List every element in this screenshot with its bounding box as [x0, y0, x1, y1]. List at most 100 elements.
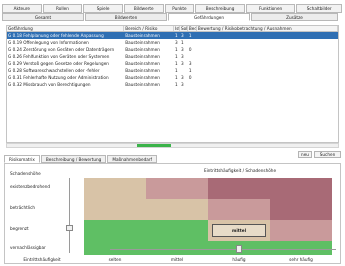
matrix-cell[interactable]	[84, 241, 146, 255]
tab-spiele[interactable]: Spiele	[83, 4, 123, 13]
tab-beschreibung-bewertung[interactable]: Beschreibung / Bewertung	[40, 155, 107, 163]
table-row[interactable]: G 0.31 Fehlerhafte Nutzung oder Administ…	[7, 74, 338, 81]
x-slider-track[interactable]	[110, 249, 336, 250]
cell-bedarf	[188, 81, 197, 88]
matrix-cell[interactable]	[84, 220, 146, 241]
main-tabs: Akteure Rollen Spiele Bildwerte Punkte B…	[2, 4, 343, 13]
matrix-cell[interactable]	[146, 220, 208, 241]
tab-massnahmenbedarf[interactable]: Maßnahmenbedarf	[107, 155, 157, 163]
y-label-existenzbedrohend: existenzbedrohend	[10, 184, 51, 189]
tab-schaltbilder[interactable]: Schaltbilder	[296, 4, 342, 13]
cell-soll: 3	[180, 54, 184, 59]
cell-bewertung	[197, 53, 338, 60]
cell-gefaehrdung: G 0.26 Fehlfunktion von Geräten oder Sys…	[8, 54, 110, 59]
tab-zusaetze[interactable]: Zusätze	[251, 13, 338, 21]
y-label-betraechtlich: beträchtlich	[10, 205, 36, 210]
x-label-mittel: mittel	[170, 257, 184, 262]
tab-funktionen[interactable]: Funktionen	[245, 4, 296, 13]
table-horizontal-scrollbar[interactable]	[6, 143, 339, 148]
header-bewertung[interactable]: Bewertung / Risikobetrachtung / Ausnahme…	[197, 26, 338, 31]
header-gefaehrdung[interactable]: Gefährdung	[7, 26, 125, 31]
cell-soll	[180, 67, 188, 74]
matrix-cell[interactable]	[208, 199, 270, 220]
header-bereich[interactable]: Bereich / Risiko	[124, 26, 174, 31]
cell-gefaehrdung: G 0.32 Missbrauch von Berechtigungen	[8, 82, 91, 87]
scrollbar-thumb[interactable]	[137, 144, 171, 147]
cell-bedarf: 1	[188, 33, 192, 38]
y-label-begrenzt: begrenzt	[10, 226, 29, 231]
cell-soll: 3	[180, 61, 184, 66]
selected-risk-marker[interactable]: mittel	[212, 224, 266, 237]
matrix-cell[interactable]	[270, 241, 332, 255]
matrix-cell[interactable]	[84, 199, 146, 220]
y-slider-track[interactable]	[69, 178, 70, 253]
cell-gefaehrdung: G 0.19 Offenlegung von Informationen	[8, 40, 89, 45]
cell-bereich: Bausteinrahmen	[125, 47, 160, 52]
x-slider-handle[interactable]	[236, 245, 242, 253]
tab-akteure[interactable]: Akteure	[2, 4, 42, 13]
cell-soll: 3	[180, 75, 184, 80]
cell-gefaehrdung: G 0.24 Zerstörung von Geräten oder Daten…	[8, 47, 115, 52]
cell-bereich: Bausteinrahmen	[125, 33, 160, 38]
cell-bedarf: 1	[188, 68, 192, 73]
tab-gesamt[interactable]: Gesamt	[2, 13, 84, 21]
cell-bereich: Bausteinrahmen	[125, 40, 160, 45]
tab-punkte[interactable]: Punkte	[164, 4, 195, 13]
sub-tabs: Gesamt Bildwerten Gefährdungen Zusätze	[2, 13, 343, 21]
table-row[interactable]: G 0.32 Missbrauch von Berechtigungen Bau…	[7, 81, 338, 88]
hazard-table: Gefährdung Bereich / Risiko Ist Soll Bed…	[6, 25, 339, 143]
tab-risikomatrix[interactable]: Risikomatrix	[4, 155, 40, 163]
detail-tabs: Risikomatrix Beschreibung / Bewertung Ma…	[4, 155, 158, 163]
cell-soll: 3	[180, 33, 184, 38]
cell-bewertung	[197, 74, 338, 81]
tab-bildwerte[interactable]: Bildwerte	[123, 4, 164, 13]
matrix-cell[interactable]	[146, 241, 208, 255]
cell-bewertung	[197, 81, 338, 88]
table-row[interactable]: G 0.24 Zerstörung von Geräten oder Daten…	[7, 46, 338, 53]
matrix-cell[interactable]	[270, 199, 332, 220]
matrix-cell[interactable]	[146, 178, 208, 199]
cell-bedarf	[188, 39, 197, 46]
matrix-cell[interactable]	[208, 178, 270, 199]
cell-soll: 3	[180, 82, 184, 87]
header-soll[interactable]: Soll	[180, 26, 188, 31]
matrix-cell[interactable]	[146, 199, 208, 220]
table-row[interactable]: G 0.18 Fehlplanung oder fehlende Anpassu…	[7, 32, 338, 39]
cell-bedarf: 3	[188, 61, 192, 66]
cell-bedarf: 0	[188, 75, 192, 80]
y-slider-handle[interactable]	[66, 225, 73, 231]
y-axis-title: Schadenshöhe	[10, 171, 41, 176]
cell-gefaehrdung: G 0.18 Fehlplanung oder fehlende Anpassu…	[8, 33, 104, 38]
cell-gefaehrdung: G 0.28 Softwareschwachstellen oder -fehl…	[8, 68, 100, 73]
tab-gefaehrdungen[interactable]: Gefährdungen	[168, 13, 250, 21]
x-axis-title: Eintrittshäufigkeit	[23, 257, 61, 262]
x-label-selten: selten	[108, 257, 122, 262]
table-row[interactable]: G 0.19 Offenlegung von Informationen Bau…	[7, 39, 338, 46]
header-bedarf[interactable]: Bedarf	[188, 26, 197, 31]
matrix-cell[interactable]	[270, 178, 332, 199]
table-row[interactable]: G 0.28 Softwareschwachstellen oder -fehl…	[7, 67, 338, 74]
x-label-sehr-haeufig: sehr häufig	[289, 257, 313, 262]
cell-bewertung	[197, 46, 338, 53]
cell-bereich: Bausteinrahmen	[125, 75, 160, 80]
matrix-title: Eintrittshäufigkeit / Schadenshöhe	[203, 168, 277, 173]
table-row[interactable]: G 0.26 Fehlfunktion von Geräten oder Sys…	[7, 53, 338, 60]
search-button[interactable]: Suchen	[314, 151, 341, 158]
matrix-cell[interactable]	[84, 178, 146, 199]
cell-bewertung	[197, 32, 338, 39]
cell-bereich: Bausteinrahmen	[125, 61, 160, 66]
cell-bereich: Bausteinrahmen	[125, 82, 160, 87]
matrix-cell[interactable]	[270, 220, 332, 241]
cell-gefaehrdung: G 0.31 Fehlerhafte Nutzung oder Administ…	[8, 75, 109, 80]
table-row[interactable]: G 0.29 Verstoß gegen Gesetze oder Regelu…	[7, 60, 338, 67]
cell-soll: 1	[180, 40, 184, 45]
tab-bildwerten[interactable]: Bildwerten	[85, 13, 167, 21]
tab-rollen[interactable]: Rollen	[42, 4, 83, 13]
cell-gefaehrdung: G 0.29 Verstoß gegen Gesetze oder Regelu…	[8, 61, 109, 66]
cell-bewertung	[197, 39, 338, 46]
cell-bereich: Bausteinrahmen	[125, 54, 160, 59]
cell-bedarf: 0	[188, 47, 192, 52]
tab-beschreibung[interactable]: Beschreibung	[195, 4, 245, 13]
cell-bedarf	[188, 53, 197, 60]
new-button[interactable]: neu	[298, 151, 312, 158]
